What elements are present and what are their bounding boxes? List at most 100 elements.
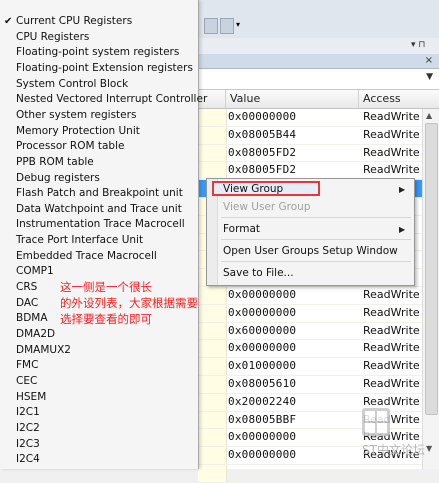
annotation-line: 选择要查看的即可 bbox=[60, 312, 152, 326]
scrollbar-thumb[interactable] bbox=[425, 123, 438, 415]
menu-item-open-user-groups-setup[interactable]: Open User Groups Setup Window bbox=[223, 243, 398, 259]
menu-item-view-group[interactable]: View Group bbox=[223, 181, 283, 197]
register-name-cell bbox=[198, 411, 227, 429]
peripheral-menu-item-label: DMA2D bbox=[16, 328, 56, 340]
table-row[interactable] bbox=[198, 464, 423, 483]
peripheral-menu-item-label: DMAMUX2 bbox=[16, 343, 71, 356]
menu-item-format[interactable]: Format bbox=[223, 221, 260, 237]
toolbar-dropdown-icon[interactable]: ▾ bbox=[236, 18, 242, 32]
peripheral-menu-item[interactable]: I2C4 bbox=[0, 452, 197, 467]
register-name-cell bbox=[198, 464, 227, 482]
register-value[interactable]: 0x08005BBF bbox=[228, 412, 296, 429]
peripheral-menu-item-label: CEC bbox=[16, 374, 38, 387]
table-row[interactable]: 0x08005FD2 ReadWrite bbox=[198, 144, 423, 163]
peripheral-menu-item[interactable]: Memory Protection Unit bbox=[0, 124, 197, 139]
register-name-cell bbox=[198, 429, 227, 447]
peripheral-menu-item[interactable]: I2C2 bbox=[0, 421, 197, 436]
scroll-down-icon[interactable]: ▼ bbox=[426, 444, 432, 453]
register-access: ReadWrite bbox=[363, 127, 420, 141]
peripheral-menu-item[interactable]: DMA2D bbox=[0, 327, 197, 342]
column-header-value[interactable]: Value bbox=[226, 90, 359, 108]
peripheral-menu-item-label: HSEM bbox=[16, 390, 47, 403]
register-value[interactable]: 0x00000000 bbox=[228, 340, 296, 357]
register-value[interactable]: 0x00000000 bbox=[228, 109, 296, 126]
peripheral-menu-item[interactable]: Floating-point Extension registers bbox=[0, 61, 197, 76]
chevron-down-icon[interactable]: ▼ bbox=[426, 72, 433, 82]
peripheral-menu-item[interactable]: System Control Block bbox=[0, 77, 197, 92]
peripheral-menu-item[interactable]: Processor ROM table bbox=[0, 139, 197, 154]
peripheral-menu-item-label: Memory Protection Unit bbox=[16, 124, 140, 137]
peripheral-menu-item-label: Debug registers bbox=[16, 171, 100, 184]
peripheral-menu-item-label: FMC bbox=[16, 359, 39, 372]
register-access: ReadWrite bbox=[363, 359, 420, 373]
register-value[interactable]: 0x08005FD2 bbox=[228, 145, 296, 162]
register-value[interactable]: 0x00000000 bbox=[228, 287, 296, 304]
peripheral-menu-item[interactable]: ✔ Current CPU Registers bbox=[0, 14, 197, 29]
peripheral-menu-item[interactable]: I2C3 bbox=[0, 437, 197, 452]
register-name-cell bbox=[198, 126, 227, 144]
register-value[interactable]: 0x08005B44 bbox=[228, 127, 296, 144]
peripheral-menu-item-label: System Control Block bbox=[16, 77, 129, 90]
submenu-arrow-icon: ▶ bbox=[399, 225, 406, 234]
peripheral-menu-item-label: CRS bbox=[16, 281, 38, 294]
register-value[interactable]: 0x08005FD2 bbox=[228, 162, 296, 179]
peripheral-menu-item[interactable]: FMC bbox=[0, 358, 197, 373]
register-value[interactable]: 0x01000000 bbox=[228, 358, 296, 375]
peripheral-menu-item[interactable]: Embedded Trace Macrocell bbox=[0, 249, 197, 264]
close-icon[interactable]: × bbox=[425, 55, 433, 66]
peripheral-menu: ✔ Current CPU Registers CPU Registers Float… bbox=[0, 0, 207, 469]
table-row[interactable]: 0x00000000 ReadWrite bbox=[198, 304, 423, 323]
register-value[interactable]: 0x08005610 bbox=[228, 376, 296, 393]
peripheral-menu-item[interactable]: PPB ROM table bbox=[0, 155, 197, 170]
peripheral-combo[interactable] bbox=[198, 69, 439, 90]
peripheral-menu-item[interactable]: DMAMUX2 bbox=[0, 343, 197, 358]
peripheral-menu-item[interactable]: Debug registers bbox=[0, 171, 197, 186]
submenu-arrow-icon: ▶ bbox=[399, 185, 406, 194]
register-value[interactable]: 0x00000000 bbox=[228, 429, 296, 446]
peripheral-menu-item[interactable]: Flash Patch and Breakpoint unit bbox=[0, 186, 197, 201]
peripheral-menu-item-label: PPB ROM table bbox=[16, 155, 94, 168]
peripheral-menu-item[interactable]: CEC bbox=[0, 374, 197, 389]
register-name-cell bbox=[198, 393, 227, 411]
scroll-up-icon[interactable]: ▲ bbox=[426, 111, 432, 120]
peripheral-menu-item[interactable]: HSEM bbox=[0, 390, 197, 405]
column-header-access[interactable]: Access bbox=[359, 90, 439, 108]
peripheral-menu-item-label: DAC bbox=[16, 296, 39, 309]
register-value[interactable]: 0x20002240 bbox=[228, 394, 296, 411]
peripheral-menu-item-label: Instrumentation Trace Macrocell bbox=[16, 218, 185, 231]
table-row[interactable]: 0x08005610 ReadWrite bbox=[198, 375, 423, 394]
peripheral-menu-item-label: Nested Vectored Interrupt Controller bbox=[16, 93, 208, 106]
vertical-scrollbar[interactable]: ▲ ▼ bbox=[422, 109, 439, 469]
table-row[interactable]: 0x08005B44 ReadWrite bbox=[198, 126, 423, 145]
peripheral-menu-item-label: COMP1 bbox=[16, 265, 54, 278]
peripheral-menu-item[interactable]: Other system registers bbox=[0, 108, 197, 123]
menu-item-view-user-group[interactable]: View User Group bbox=[223, 199, 311, 215]
peripheral-menu-item[interactable]: Data Watchpoint and Trace unit bbox=[0, 202, 197, 217]
context-menu: View Group ▶ View User Group Format ▶ Op… bbox=[206, 178, 415, 286]
table-row[interactable]: 0x00000000 ReadWrite bbox=[198, 286, 423, 305]
register-value[interactable]: 0x60000000 bbox=[228, 323, 296, 340]
peripheral-menu-item[interactable]: Nested Vectored Interrupt Controller bbox=[0, 92, 207, 107]
peripheral-menu-item[interactable]: CPU Registers bbox=[0, 30, 197, 45]
menu-item-save-to-file[interactable]: Save to File... bbox=[223, 265, 294, 281]
register-value[interactable]: 0x00000000 bbox=[228, 305, 296, 322]
register-name-cell bbox=[198, 340, 227, 358]
peripheral-menu-item[interactable]: Trace Port Interface Unit bbox=[0, 233, 197, 248]
table-row[interactable]: 0x00000000 ReadWrite bbox=[198, 340, 423, 359]
watermark-logo-icon bbox=[362, 408, 390, 436]
peripheral-menu-item-label: Floating-point Extension registers bbox=[16, 61, 193, 74]
peripheral-menu-item-label: BDMA bbox=[16, 312, 48, 325]
peripheral-menu-item[interactable]: COMP1 bbox=[0, 264, 197, 279]
table-row[interactable]: 0x00000000 ReadWrite bbox=[198, 109, 423, 127]
register-value[interactable]: 0x00000000 bbox=[228, 447, 296, 464]
table-row[interactable]: 0x01000000 ReadWrite bbox=[198, 358, 423, 376]
register-access: ReadWrite bbox=[363, 376, 420, 390]
panel-pin-icon[interactable]: ▾ ⊓ bbox=[411, 40, 433, 52]
register-access: ReadWrite bbox=[363, 163, 420, 177]
peripheral-menu-item[interactable]: Floating-point system registers bbox=[0, 45, 197, 60]
toolbar-button-icon[interactable] bbox=[204, 18, 218, 34]
toolbar-button-icon[interactable] bbox=[220, 18, 234, 34]
peripheral-menu-item[interactable]: I2C1 bbox=[0, 405, 197, 420]
peripheral-menu-item[interactable]: Instrumentation Trace Macrocell bbox=[0, 217, 197, 232]
table-row[interactable]: 0x60000000 ReadWrite bbox=[198, 322, 423, 341]
